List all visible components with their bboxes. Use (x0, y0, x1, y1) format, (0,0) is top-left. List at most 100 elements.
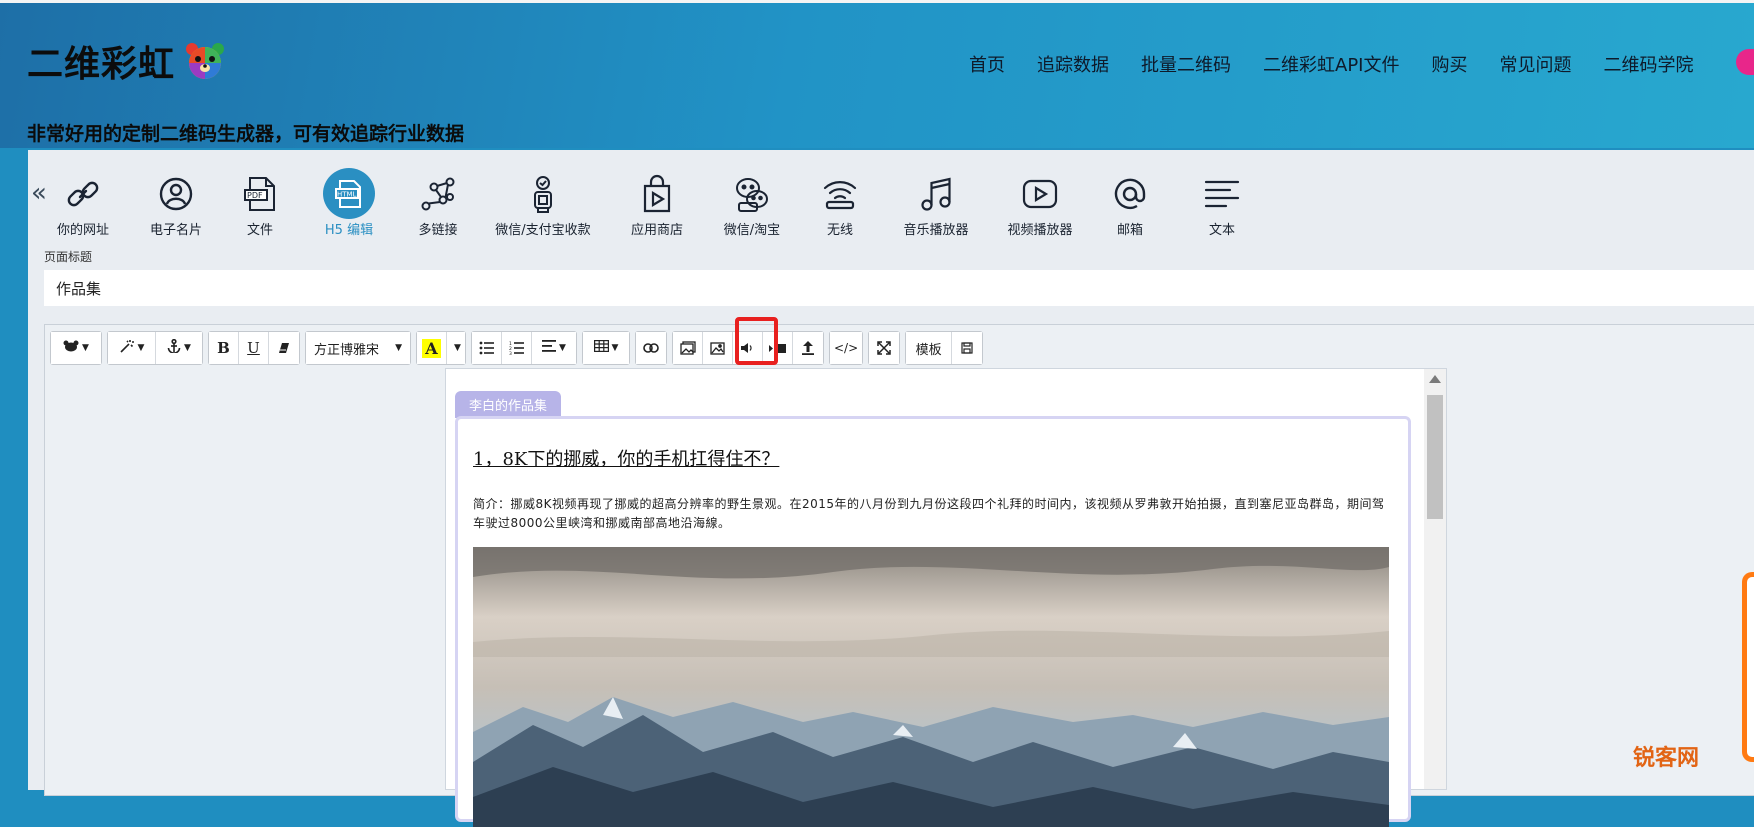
nav-buy[interactable]: 购买 (1431, 51, 1467, 77)
align-dropdown[interactable]: ▼ (532, 332, 576, 364)
tool-url[interactable]: 你的网址 (46, 168, 120, 238)
tool-label: H5 编辑 (324, 223, 374, 238)
bullet-list-icon[interactable] (472, 332, 502, 364)
article-intro: 简介：挪威8K视频再现了挪威的超高分辨率的野生景观。在2015年的八月份到九月份… (473, 497, 1385, 530)
tool-label: 文件 (246, 223, 273, 238)
scrollbar[interactable] (1424, 369, 1446, 789)
brand-name[interactable]: 二维彩虹 (27, 35, 175, 87)
multi-link-icon (412, 168, 464, 219)
link-icon (57, 168, 109, 219)
gallery-icon[interactable] (673, 332, 703, 364)
music-icon (910, 168, 962, 219)
nav-batch[interactable]: 批量二维码 (1141, 51, 1231, 77)
email-icon (1104, 168, 1156, 219)
tool-label: 你的网址 (56, 223, 109, 238)
tool-file[interactable]: PDF 文件 (222, 168, 298, 238)
table-dropdown[interactable]: ▼ (583, 332, 629, 364)
chevron-down-icon: ▼ (137, 343, 145, 353)
font-family-select[interactable]: 方正博雅宋 ▼ (306, 332, 410, 364)
toolbar-group-fullscreen (868, 331, 901, 365)
brand[interactable]: 二维彩虹 (27, 35, 225, 87)
type-selector: 你的网址 电子名片 PDF 文件 HTML H5 编辑 多链接 微信/支付宝收款… (42, 168, 1264, 238)
svg-text:PDF: PDF (247, 191, 263, 200)
text-color-dropdown[interactable]: ▼ (447, 332, 465, 364)
payment-icon (517, 168, 569, 219)
text-color-button[interactable]: A (417, 332, 447, 364)
page-title-label: 页面标题 (44, 250, 93, 264)
tool-label: 邮箱 (1116, 223, 1143, 238)
font-color-icon: A (422, 338, 441, 358)
tool-payment[interactable]: 微信/支付宝收款 (478, 168, 608, 238)
fullscreen-icon[interactable] (869, 332, 900, 364)
image-icon[interactable] (703, 332, 733, 364)
tool-email[interactable]: 邮箱 (1090, 168, 1170, 238)
chevron-down-icon: ▼ (82, 343, 89, 353)
site-header: 二维彩虹 非常好用的定制二维码生成器，可有效追踪行业数据 首页 追踪数据 批量二… (0, 3, 1754, 148)
insert-link-icon[interactable] (636, 332, 666, 364)
toolbar-group-font: 方正博雅宋 ▼ (305, 331, 411, 365)
align-left-icon (542, 340, 557, 356)
tool-label: 微信/支付宝收款 (495, 223, 591, 238)
tool-text[interactable]: 文本 (1180, 168, 1264, 238)
user-badge[interactable] (1736, 49, 1754, 75)
chevron-down-icon: ▼ (395, 343, 402, 353)
magic-dropdown[interactable]: ▼ (108, 332, 156, 364)
save-icon[interactable] (952, 332, 983, 364)
nav-home[interactable]: 首页 (969, 51, 1005, 77)
nav-academy[interactable]: 二维码学院 (1603, 51, 1693, 77)
table-icon (593, 340, 609, 356)
anchor-dropdown[interactable]: ▼ (156, 332, 202, 364)
chevron-down-icon: ▼ (454, 343, 461, 353)
chevron-down-icon: ▼ (559, 343, 566, 353)
toolbar-group-code: </> (829, 331, 864, 365)
toolbar-group-style: ▼ (50, 331, 102, 365)
page-title-input[interactable] (44, 270, 1754, 306)
tagline: 非常好用的定制二维码生成器，可有效追踪行业数据 (27, 123, 465, 145)
tool-label: 视频播放器 (1007, 223, 1073, 238)
chevron-down-icon: ▼ (184, 343, 191, 353)
tool-label: 文本 (1208, 223, 1235, 238)
editor-document[interactable]: 李白的作品集 1，8K下的挪威，你的手机扛得住不？ 简介：挪威8K视频再现了挪威… (445, 368, 1447, 827)
svg-text:3: 3 (509, 351, 512, 355)
nav-tracking[interactable]: 追踪数据 (1037, 51, 1109, 77)
svg-text:HTML: HTML (337, 190, 357, 198)
nav-faq[interactable]: 常见问题 (1499, 51, 1571, 77)
eraser-icon[interactable] (269, 332, 299, 364)
tool-label: 多链接 (418, 223, 458, 238)
style-dropdown[interactable]: ▼ (51, 332, 101, 364)
nav-api[interactable]: 二维彩虹API文件 (1263, 51, 1399, 77)
editor-toolbar: ▼ ▼ ▼ B U 方正博雅宋 ▼ A ▼ 1 2 3 ▼ ▼ </> 模板 (50, 331, 988, 365)
tool-multilink[interactable]: 多链接 (398, 168, 478, 238)
tool-appstore[interactable]: 应用商店 (608, 168, 706, 238)
toolbar-group-table: ▼ (582, 331, 630, 365)
magic-wand-icon (119, 339, 135, 357)
norway-landscape-image (473, 547, 1389, 827)
tool-h5[interactable]: HTML H5 编辑 (304, 168, 394, 238)
wechat-icon (726, 168, 778, 219)
toolbar-group-color: A ▼ (416, 331, 466, 365)
upload-icon[interactable] (793, 332, 823, 364)
tool-wifi[interactable]: 无线 (798, 168, 882, 238)
html-icon: HTML (323, 168, 375, 219)
tool-video[interactable]: 视频播放器 (990, 168, 1090, 238)
scroll-up-icon[interactable] (1429, 375, 1441, 383)
toolbar-group-magic: ▼ ▼ (107, 331, 203, 365)
generator-panel: « 你的网址 电子名片 PDF 文件 HTML H5 编辑 多链接 微信/支付宝… (28, 150, 1754, 827)
numbered-list-icon[interactable]: 123 (502, 332, 532, 364)
tool-wechat[interactable]: 微信/淘宝 (706, 168, 798, 238)
side-float-tab[interactable] (1742, 572, 1754, 762)
bold-button[interactable]: B (209, 332, 239, 364)
toolbar-group-link (635, 331, 667, 365)
toolbar-group-template: 模板 (905, 331, 984, 365)
code-view-button[interactable]: </> (830, 332, 863, 364)
tool-label: 无线 (826, 223, 853, 238)
tool-label: 微信/淘宝 (723, 223, 781, 238)
underline-button[interactable]: U (239, 332, 269, 364)
video-icon (1014, 168, 1066, 219)
pdf-file-icon: PDF (234, 168, 286, 219)
rainbow-bear-logo-icon (185, 41, 225, 81)
tool-music[interactable]: 音乐播放器 (882, 168, 990, 238)
tool-vcard[interactable]: 电子名片 (130, 168, 222, 238)
template-button[interactable]: 模板 (906, 332, 953, 364)
scroll-thumb[interactable] (1427, 395, 1443, 519)
